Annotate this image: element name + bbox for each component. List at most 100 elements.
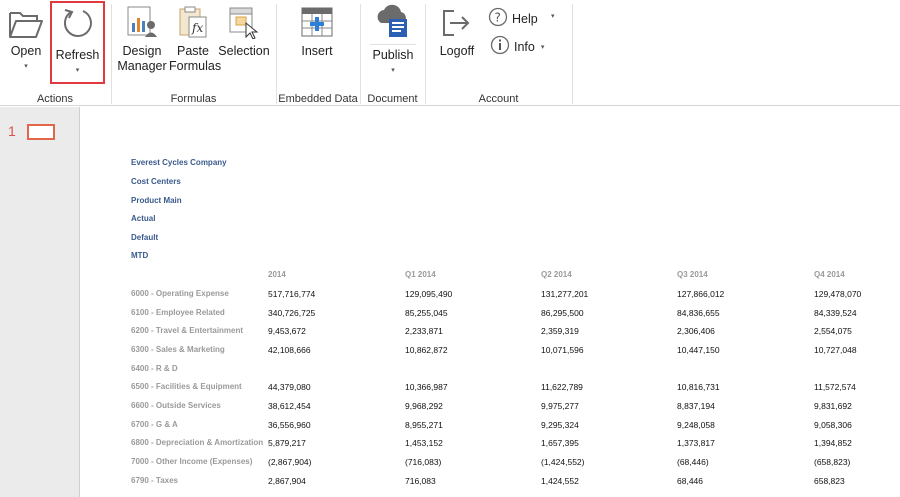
report-header-company: Everest Cycles Company bbox=[131, 158, 227, 167]
table-cell: (2,867,904) bbox=[268, 457, 312, 467]
table-cell: 127,866,012 bbox=[677, 289, 725, 299]
help-icon: ? bbox=[488, 7, 508, 30]
design-manager-icon bbox=[125, 5, 159, 42]
report-header-cost-centers: Cost Centers bbox=[131, 177, 181, 186]
row-label: 6790 - Taxes bbox=[131, 476, 178, 485]
design-manager-label: Design Manager bbox=[117, 44, 167, 73]
table-cell: 11,572,574 bbox=[814, 382, 856, 392]
table-cell: 85,255,045 bbox=[405, 308, 448, 318]
table-cell: 10,366,987 bbox=[405, 382, 448, 392]
group-separator bbox=[425, 4, 426, 104]
group-separator bbox=[276, 4, 277, 104]
table-cell: 658,823 bbox=[814, 476, 845, 486]
table-cell: 9,248,058 bbox=[677, 420, 715, 430]
table-cell: 8,955,271 bbox=[405, 420, 443, 430]
refresh-label: Refresh bbox=[55, 48, 100, 62]
table-cell: 1,657,395 bbox=[541, 438, 579, 448]
table-cell: 517,716,774 bbox=[268, 289, 316, 299]
group-label-actions: Actions bbox=[36, 93, 74, 105]
table-cell: 44,379,080 bbox=[268, 382, 311, 392]
row-label: 6700 - G & A bbox=[131, 420, 178, 429]
paste-formulas-label: Paste Formulas bbox=[169, 44, 222, 73]
group-separator bbox=[111, 4, 112, 104]
group-separator bbox=[360, 4, 361, 104]
report-header-product: Product Main bbox=[131, 196, 182, 205]
row-label: 6500 - Facilities & Equipment bbox=[131, 382, 242, 391]
row-label: 6300 - Sales & Marketing bbox=[131, 345, 225, 354]
open-button[interactable]: Open ▾ bbox=[2, 0, 50, 90]
table-cell: 10,071,596 bbox=[541, 345, 584, 355]
table-cell: 2,306,406 bbox=[677, 326, 715, 336]
page-thumbnail[interactable] bbox=[27, 124, 55, 140]
column-header: 2014 bbox=[268, 270, 286, 279]
ribbon-toolbar: Open ▾ Refresh ▾ Design Manager fx Paste… bbox=[0, 0, 900, 106]
help-label: Help bbox=[512, 11, 538, 26]
open-label: Open bbox=[10, 44, 42, 58]
selection-button[interactable]: Selection bbox=[218, 0, 270, 90]
table-cell: 2,233,871 bbox=[405, 326, 443, 336]
table-cell: 10,727,048 bbox=[814, 345, 857, 355]
help-dropdown[interactable]: ▾ bbox=[549, 12, 555, 20]
paste-formulas-button[interactable]: fx Paste Formulas bbox=[169, 0, 222, 90]
selection-label: Selection bbox=[218, 44, 270, 58]
column-header: Q3 2014 bbox=[677, 270, 708, 279]
table-cell: 1,424,552 bbox=[541, 476, 579, 486]
folder-open-icon bbox=[8, 9, 44, 42]
table-cell: 9,295,324 bbox=[541, 420, 579, 430]
chevron-down-icon: ▾ bbox=[391, 67, 395, 74]
chevron-down-icon: ▾ bbox=[551, 13, 555, 20]
table-cell: 68,446 bbox=[677, 476, 703, 486]
group-label-embedded-data: Embedded Data bbox=[278, 93, 358, 105]
table-cell: 340,726,725 bbox=[268, 308, 316, 318]
table-cell: (68,446) bbox=[677, 457, 709, 467]
report-header-period: MTD bbox=[131, 251, 149, 260]
column-header: Q4 2014 bbox=[814, 270, 845, 279]
table-cell: 9,968,292 bbox=[405, 401, 443, 411]
row-label: 6200 - Travel & Entertainment bbox=[131, 326, 244, 335]
table-cell: 84,836,655 bbox=[677, 308, 720, 318]
table-cell: 1,373,817 bbox=[677, 438, 715, 448]
table-cell: 38,612,454 bbox=[268, 401, 311, 411]
row-label: 6800 - Depreciation & Amortization bbox=[131, 438, 264, 447]
logoff-icon bbox=[440, 7, 474, 42]
table-cell: 10,447,150 bbox=[677, 345, 720, 355]
logoff-button[interactable]: Logoff bbox=[433, 0, 481, 90]
table-cell: 10,862,872 bbox=[405, 345, 448, 355]
chevron-down-icon: ▾ bbox=[24, 63, 28, 70]
table-cell: 129,095,490 bbox=[405, 289, 453, 299]
table-cell: 1,453,152 bbox=[405, 438, 443, 448]
column-header: Q2 2014 bbox=[541, 270, 572, 279]
table-cell: (1,424,552) bbox=[541, 457, 585, 467]
table-cell: 8,837,194 bbox=[677, 401, 715, 411]
design-manager-button[interactable]: Design Manager bbox=[116, 0, 168, 90]
row-label: 7000 - Other Income (Expenses) bbox=[131, 457, 253, 466]
table-cell: 1,394,852 bbox=[814, 438, 852, 448]
refresh-icon bbox=[61, 6, 95, 43]
report-document: Everest Cycles Company Cost Centers Prod… bbox=[81, 107, 900, 497]
row-label: 6100 - Employee Related bbox=[131, 308, 225, 317]
refresh-button[interactable]: Refresh ▾ bbox=[52, 0, 103, 90]
info-label: Info bbox=[514, 39, 535, 54]
group-label-account: Account bbox=[478, 93, 519, 105]
table-cell: 9,058,306 bbox=[814, 420, 852, 430]
selection-icon bbox=[227, 5, 261, 42]
table-cell: 2,554,075 bbox=[814, 326, 852, 336]
chevron-down-icon: ▾ bbox=[75, 67, 80, 74]
row-label: 6000 - Operating Expense bbox=[131, 289, 229, 298]
svg-text:?: ? bbox=[495, 11, 501, 25]
info-button[interactable]: Info ▾ bbox=[490, 35, 544, 58]
publish-button[interactable]: Publish ▾ bbox=[366, 0, 420, 90]
report-header-default: Default bbox=[131, 233, 159, 242]
column-header: Q1 2014 bbox=[405, 270, 436, 279]
group-separator bbox=[572, 4, 573, 104]
info-icon bbox=[490, 35, 510, 58]
insert-table-icon bbox=[300, 6, 334, 41]
row-label: 6600 - Outside Services bbox=[131, 401, 221, 410]
svg-text:fx: fx bbox=[191, 21, 203, 35]
chevron-down-icon: ▾ bbox=[540, 43, 545, 51]
help-button[interactable]: ? Help bbox=[488, 7, 538, 30]
page-number: 1 bbox=[8, 123, 16, 139]
insert-button[interactable]: Insert bbox=[282, 0, 352, 90]
insert-label: Insert bbox=[301, 44, 333, 58]
table-cell: 9,831,692 bbox=[814, 401, 852, 411]
